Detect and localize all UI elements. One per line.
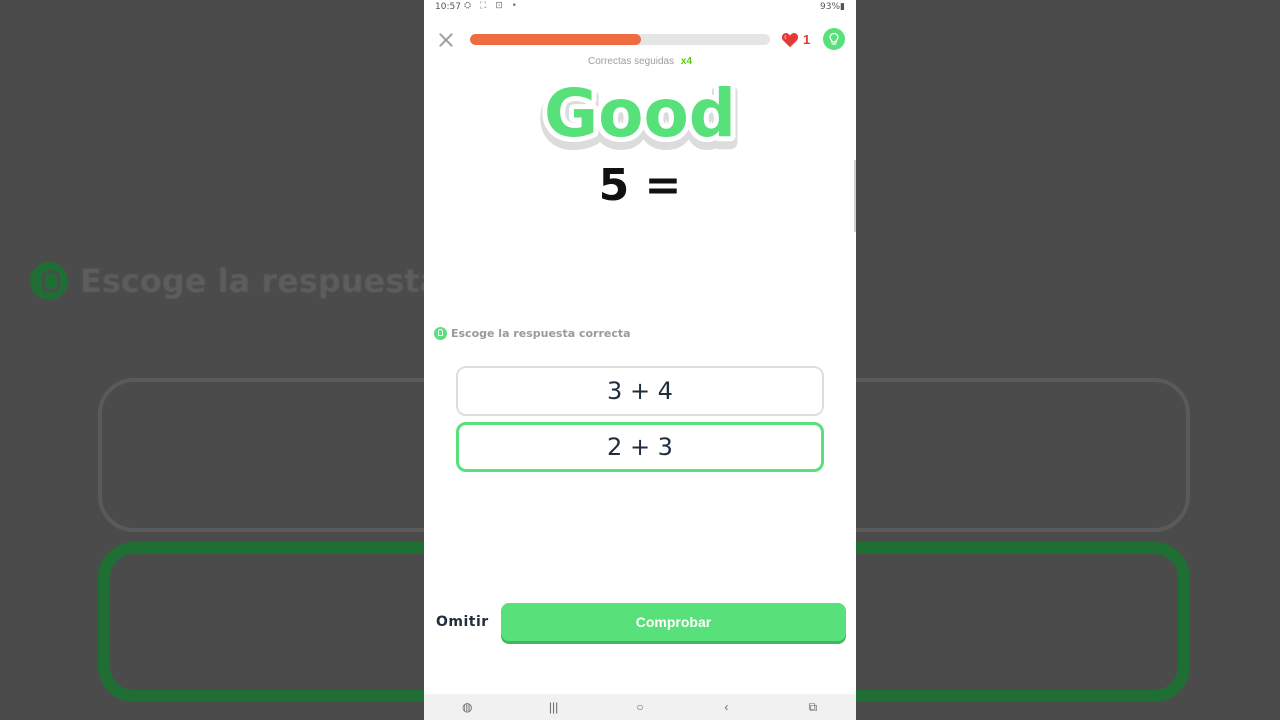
nav-recents-icon[interactable]: ||| [534,700,574,714]
question-equation: 5 = [598,160,682,211]
close-icon[interactable] [436,30,456,50]
background-lightbulb-icon [30,262,68,300]
instruction-text: Escoge la respuesta correcta [451,327,631,340]
status-notification-icons: ⛭ ⛶ ⊡ • [464,1,520,11]
answer-option-label: 2 + 3 [607,433,673,461]
system-navigation-bar: ◍ ||| ○ ‹ ⧉ [424,694,856,720]
status-bar: 10:57 ⛭ ⛶ ⊡ • 93%▮ [424,0,856,14]
status-battery: 93%▮ [820,2,845,12]
phone-screen: 10:57 ⛭ ⛶ ⊡ • 93%▮ 1 Correctas seguidas … [424,0,856,720]
good-banner-text: Good [544,75,736,152]
lesson-progress-bar [470,34,770,45]
streak-label: Correctas seguidas [587,56,675,67]
background-prompt-text: Escoge la respuesta [80,262,442,300]
answer-option-selected[interactable]: 2 + 3 [456,422,824,472]
instruction-prompt: Escoge la respuesta correcta [434,327,631,340]
lightbulb-icon [829,32,839,45]
skip-button[interactable]: Omitir [436,614,489,630]
check-button[interactable]: Comprobar [501,603,846,641]
good-feedback-banner: Good Good [537,70,743,158]
lightbulb-icon [434,327,447,340]
nav-back-icon[interactable]: ‹ [706,700,746,714]
nav-home-icon[interactable]: ○ [620,700,660,714]
nav-screenshot-icon[interactable]: ⧉ [793,700,833,715]
scrollbar[interactable] [854,160,856,232]
check-button-label: Comprobar [635,614,712,630]
background-prompt: Escoge la respuesta [30,262,441,300]
lesson-progress-fill [470,34,641,45]
streak-count: x4 [680,56,693,67]
status-time: 10:57 [435,2,461,12]
hint-lightbulb-button[interactable] [823,28,845,50]
streak-indicator: Correctas seguidas x4 [424,56,856,67]
nav-assistant-icon[interactable]: ◍ [447,700,487,714]
lives-count: 1 [803,32,811,47]
heart-icon [781,33,799,48]
answer-option-label: 3 + 4 [607,377,673,405]
answer-option[interactable]: 3 + 4 [456,366,824,416]
